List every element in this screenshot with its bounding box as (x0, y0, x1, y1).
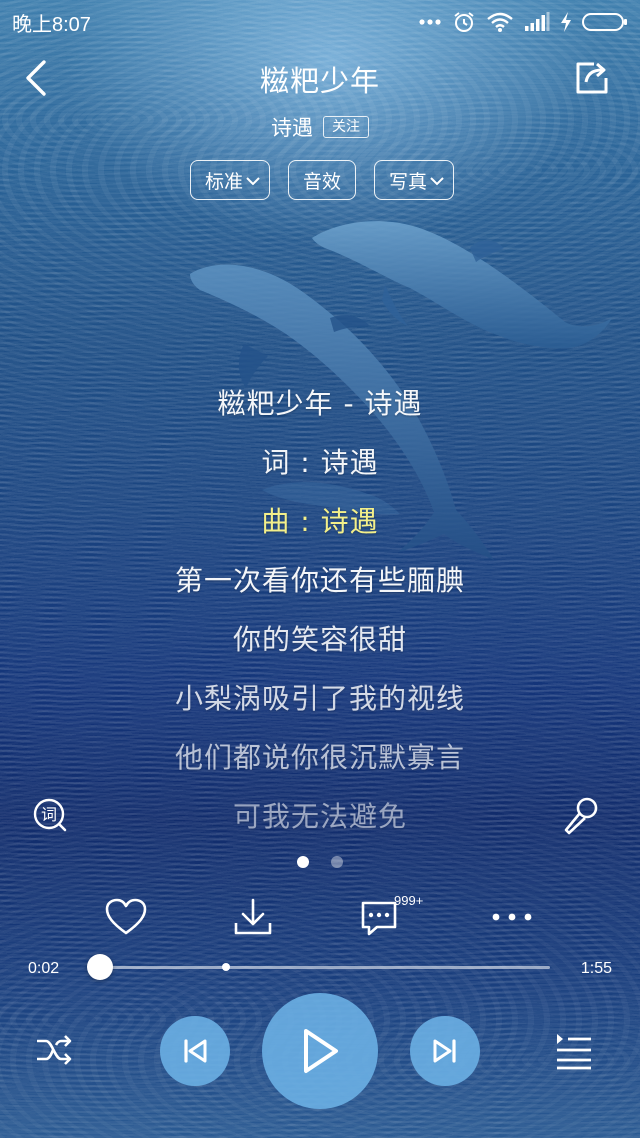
lyrics-panel[interactable]: 糍粑少年 - 诗遇 词 : 诗遇 曲 : 诗遇 第一次看你还有些腼腆 你的笑容很… (0, 372, 640, 844)
lyric-line: 他们都说你很沉默寡言 (174, 740, 465, 774)
status-bar: 晚上8:07 (0, 0, 640, 44)
page-dot-active[interactable] (297, 856, 309, 868)
status-icons (418, 10, 628, 34)
next-button[interactable] (410, 1016, 480, 1086)
lyric-line: 小梨涡吸引了我的视线 (174, 681, 465, 715)
previous-button[interactable] (160, 1016, 230, 1086)
play-button[interactable] (262, 993, 378, 1109)
alarm-icon (454, 12, 474, 32)
signal-icon (525, 12, 550, 31)
page-dot[interactable] (331, 856, 343, 868)
more-icon (492, 913, 532, 921)
lyric-toggle-button[interactable]: 词 (32, 797, 68, 833)
action-row (0, 892, 640, 942)
artist-row: 诗遇 关注 (0, 112, 640, 142)
current-time: 0:02 (28, 960, 60, 977)
battery-icon (582, 13, 627, 31)
like-button[interactable] (101, 892, 151, 942)
lyric-line: 第一次看你还有些腼腆 (174, 563, 465, 597)
download-button[interactable] (228, 892, 278, 942)
sound-effect-button[interactable]: 音效 (287, 160, 356, 200)
lyric-line: 曲 : 诗遇 (261, 504, 379, 538)
sound-effect-label: 音效 (302, 170, 341, 193)
playlist-button[interactable] (554, 1030, 594, 1070)
share-icon (576, 62, 608, 94)
visual-mode-label: 写真 (389, 170, 428, 193)
microphone-icon (564, 797, 598, 835)
heart-icon (105, 898, 147, 935)
shuffle-icon (37, 1035, 72, 1065)
progress-slider[interactable] (87, 954, 550, 980)
total-time: 1:55 (580, 960, 612, 977)
lyric-line: 可我无法避免 (232, 799, 407, 833)
playlist-icon (557, 1034, 591, 1070)
buffer-marker (222, 963, 230, 971)
previous-icon (184, 1039, 207, 1063)
charging-icon (561, 12, 571, 32)
status-time: 晚上8:07 (12, 13, 91, 36)
svg-text:词: 词 (41, 805, 57, 824)
lyric-line: 你的笑容很甜 (232, 622, 407, 656)
more-button[interactable] (487, 892, 537, 942)
lyric-icon: 词 (33, 798, 67, 832)
follow-button[interactable]: 关注 (323, 116, 369, 138)
comment-count-badge: 999+ (394, 893, 424, 908)
mode-row: 标准 音效 写真 (0, 160, 640, 200)
share-button[interactable] (574, 60, 610, 96)
next-icon (433, 1039, 456, 1063)
play-icon (304, 1029, 338, 1073)
quality-label: 标准 (204, 170, 243, 193)
play-mode-button[interactable] (34, 1030, 74, 1070)
quality-selector[interactable]: 标准 (189, 160, 270, 200)
wifi-icon (487, 12, 513, 32)
page-indicator (0, 856, 640, 868)
more-dots-icon (419, 19, 441, 25)
progress-thumb[interactable] (87, 954, 113, 980)
chevron-down-icon (430, 177, 444, 186)
artist-name[interactable]: 诗遇 (271, 112, 313, 142)
lyric-line: 糍粑少年 - 诗遇 (217, 386, 423, 420)
visual-mode-selector[interactable]: 写真 (374, 160, 455, 200)
song-title: 糍粑少年 (259, 64, 380, 98)
karaoke-button[interactable] (560, 796, 600, 836)
chevron-down-icon (246, 177, 260, 186)
lyric-line: 词 : 诗遇 (261, 445, 379, 479)
download-icon (234, 898, 272, 935)
